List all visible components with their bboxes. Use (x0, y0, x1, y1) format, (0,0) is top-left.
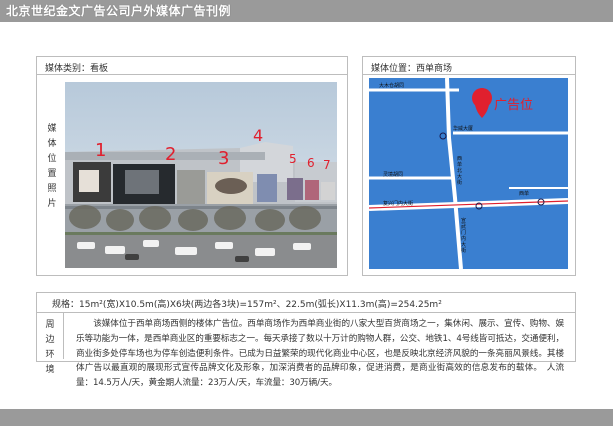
map-pin-label: 广告位 (494, 98, 534, 113)
spec-divider (37, 312, 575, 313)
photo-label-char: 体 (47, 139, 57, 149)
street-label-south: 宣武门内大街 (461, 218, 467, 254)
street-label-top: 大木仓胡同 (379, 83, 405, 89)
street-label-right: 西单 (519, 191, 530, 197)
media-title-divider (37, 74, 347, 75)
environment-label-char: 环 (45, 350, 55, 360)
ad-number-1: 1 (95, 140, 107, 161)
environment-description: 该媒体位于西单商场西侧的楼体广告位。西单商场作为西单商业街的八家大型百货商场之一… (76, 319, 564, 389)
street-label-mid-left: 灵境胡同 (383, 172, 404, 178)
footer-bar (0, 409, 613, 426)
photo-label-char: 位 (47, 154, 57, 164)
ad-number-5: 5 (289, 152, 297, 166)
map-title-divider (363, 74, 575, 75)
photo-label-char: 置 (47, 169, 57, 179)
street-label-xidan-north: 西单北大街 (457, 156, 463, 186)
photo-label-char: 片 (47, 199, 57, 209)
spec-text: 规格：15m²(宽)X10.5m(高)X6块(两边各3块)=157m²、22.5… (52, 300, 442, 310)
environment-label-char: 境 (45, 365, 55, 375)
building-label: 华威大厦 (453, 126, 474, 132)
photo-label-char: 照 (47, 184, 57, 194)
location-map: 广告位 大木仓胡同 华威大厦 灵境胡同 西单北大街 复兴门内大街 宣武门内大街 … (369, 78, 568, 269)
description-label-divider (63, 312, 64, 359)
page-title: 北京世纪金文广告公司户外媒体广告刊例 (6, 4, 232, 18)
ad-number-6: 6 (307, 156, 315, 170)
map-location-label: 媒体位置：西单商场 (371, 64, 453, 74)
ad-number-3: 3 (218, 148, 230, 169)
building-photo: 1 2 3 4 5 6 7 (65, 82, 337, 268)
photo-label-char: 媒 (47, 124, 57, 134)
environment-label: 周 边 环 境 (43, 318, 57, 378)
environment-label-char: 边 (45, 335, 55, 345)
ad-number-7: 7 (323, 158, 331, 172)
ad-number-4: 4 (253, 126, 264, 145)
photo-side-label: 媒 体 位 置 照 片 (45, 122, 59, 212)
environment-label-char: 周 (45, 320, 55, 330)
street-label-main-avenue: 复兴门内大街 (383, 201, 414, 207)
ad-number-2: 2 (165, 144, 177, 165)
media-type-label: 媒体类别：看板 (45, 64, 109, 74)
